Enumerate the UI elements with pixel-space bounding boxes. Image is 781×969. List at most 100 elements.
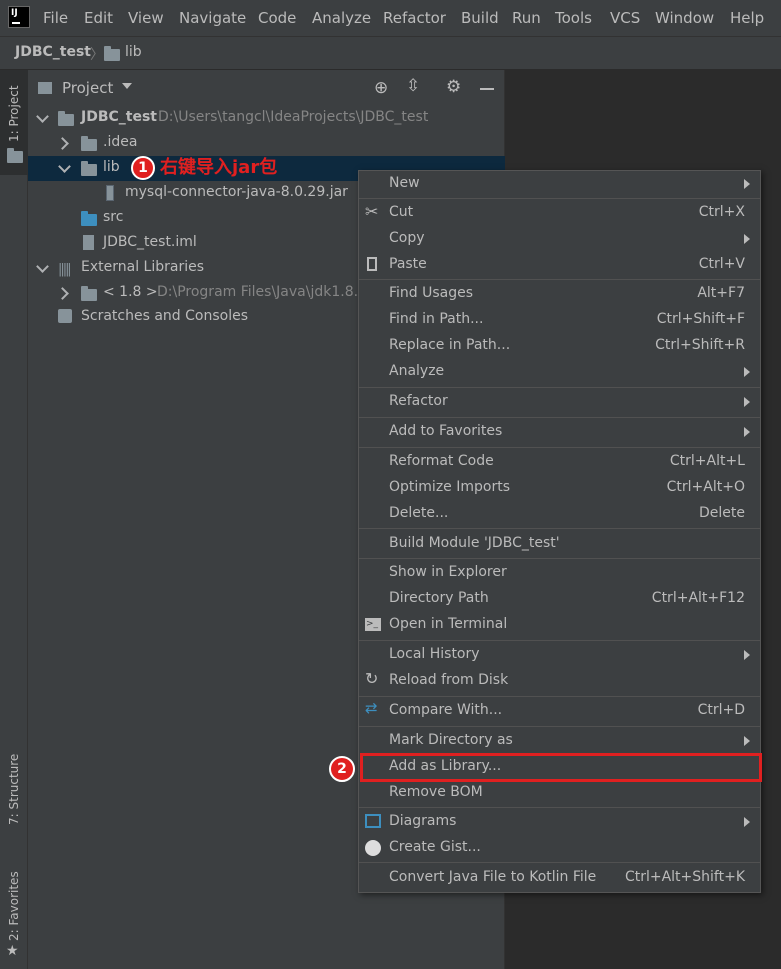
tree-label-src: src — [103, 209, 124, 225]
submenu-arrow-icon — [744, 817, 750, 827]
tree-label-external-libraries: External Libraries — [81, 259, 204, 275]
library-icon: |||‖ — [58, 262, 72, 277]
menu-item-cut[interactable]: ✂ Cut Ctrl+X — [359, 200, 760, 226]
menu-item-open-in-terminal[interactable]: >_ Open in Terminal — [359, 612, 760, 638]
menu-item-add-favorites[interactable]: Add to Favorites — [359, 419, 760, 445]
menu-item-directory-path[interactable]: Directory Path Ctrl+Alt+F12 — [359, 586, 760, 612]
tab-favorites[interactable]: 2: Favorites ★ — [0, 865, 28, 965]
add-as-library-highlight — [360, 753, 762, 782]
hide-icon[interactable] — [480, 88, 494, 90]
tab-structure-label: 7: Structure — [7, 753, 21, 825]
separator — [359, 558, 760, 559]
menu-window[interactable]: Window — [655, 9, 714, 27]
menu-item-new[interactable]: New — [359, 171, 760, 197]
submenu-arrow-icon — [744, 397, 750, 407]
separator — [359, 447, 760, 448]
dropdown-icon[interactable] — [122, 83, 132, 89]
menu-item-remove-bom[interactable]: Remove BOM — [359, 780, 760, 806]
separator — [359, 387, 760, 388]
menu-help[interactable]: Help — [730, 9, 764, 27]
menu-item-paste[interactable]: Paste Ctrl+V — [359, 252, 760, 278]
tree-label-root: JDBC_test — [81, 109, 157, 125]
submenu-arrow-icon — [744, 179, 750, 189]
menu-item-delete[interactable]: Delete... Delete — [359, 501, 760, 527]
menu-item-create-gist[interactable]: Create Gist... — [359, 835, 760, 861]
tab-favorites-label: 2: Favorites — [7, 871, 21, 941]
chevron-down-icon[interactable] — [58, 160, 71, 173]
menu-item-find-in-path[interactable]: Find in Path... Ctrl+Shift+F — [359, 307, 760, 333]
chevron-right-icon[interactable] — [56, 287, 69, 300]
menu-item-analyze[interactable]: Analyze — [359, 359, 760, 385]
scratches-icon — [58, 309, 72, 323]
menu-item-copy[interactable]: Copy — [359, 226, 760, 252]
step-2-badge: 2 — [329, 756, 355, 782]
menu-item-find-usages[interactable]: Find Usages Alt+F7 — [359, 281, 760, 307]
menu-build[interactable]: Build — [461, 9, 499, 27]
menu-item-show-in-explorer[interactable]: Show in Explorer — [359, 560, 760, 586]
submenu-arrow-icon — [744, 650, 750, 660]
menu-edit[interactable]: Edit — [84, 9, 113, 27]
tree-label-scratches: Scratches and Consoles — [81, 308, 248, 324]
menu-view[interactable]: View — [128, 9, 164, 27]
menu-item-refactor[interactable]: Refactor — [359, 389, 760, 415]
locate-icon[interactable]: ⊕ — [374, 78, 388, 98]
tree-label-jdk: < 1.8 > — [103, 284, 158, 300]
jdk-folder-icon — [81, 286, 97, 301]
breadcrumb-separator-icon: 〉 — [90, 47, 104, 63]
tree-root-path: D:\Users\tangcl\IdeaProjects\JDBC_test — [158, 109, 429, 125]
separator — [359, 696, 760, 697]
collapse-all-icon[interactable]: ⇳ — [406, 76, 420, 96]
menu-item-optimize-imports[interactable]: Optimize Imports Ctrl+Alt+O — [359, 475, 760, 501]
menu-run[interactable]: Run — [512, 9, 541, 27]
separator — [359, 640, 760, 641]
compare-icon: ⇄ — [365, 699, 378, 717]
jar-icon — [106, 185, 114, 201]
menu-refactor[interactable]: Refactor — [383, 9, 446, 27]
chevron-down-icon[interactable] — [36, 110, 49, 123]
gear-icon[interactable]: ⚙ — [446, 77, 461, 97]
separator — [359, 726, 760, 727]
step-1-annotation: 右键导入jar包 — [160, 157, 278, 178]
scissors-icon: ✂ — [365, 202, 379, 221]
chevron-right-icon[interactable] — [56, 137, 69, 150]
tab-project[interactable]: 1: Project — [0, 70, 28, 175]
menu-item-mark-directory[interactable]: Mark Directory as — [359, 728, 760, 754]
separator — [359, 807, 760, 808]
folder-icon — [81, 136, 97, 151]
menu-item-local-history[interactable]: Local History — [359, 642, 760, 668]
menu-item-replace-in-path[interactable]: Replace in Path... Ctrl+Shift+R — [359, 333, 760, 359]
menu-analyze[interactable]: Analyze — [312, 9, 371, 27]
menu-vcs[interactable]: VCS — [610, 9, 640, 27]
separator — [359, 417, 760, 418]
folder-icon — [7, 148, 23, 163]
menu-item-reformat[interactable]: Reformat Code Ctrl+Alt+L — [359, 449, 760, 475]
menu-file[interactable]: File — [43, 9, 68, 27]
submenu-arrow-icon — [744, 367, 750, 377]
menu-tools[interactable]: Tools — [555, 9, 592, 27]
chevron-down-icon[interactable] — [36, 260, 49, 273]
menu-item-diagrams[interactable]: Diagrams — [359, 809, 760, 835]
separator — [359, 279, 760, 280]
submenu-arrow-icon — [744, 234, 750, 244]
separator — [359, 198, 760, 199]
tree-row-root[interactable]: JDBC_test D:\Users\tangcl\IdeaProjects\J… — [28, 106, 505, 131]
file-icon — [83, 235, 94, 250]
tab-structure[interactable]: 7: Structure — [0, 745, 28, 835]
breadcrumb-project[interactable]: JDBC_test — [15, 44, 91, 60]
breadcrumb: JDBC_test 〉 lib — [0, 36, 781, 70]
menu-navigate[interactable]: Navigate — [179, 9, 246, 27]
star-icon: ★ — [6, 943, 19, 959]
menu-item-compare-with[interactable]: ⇄ Compare With... Ctrl+D — [359, 698, 760, 724]
folder-icon — [104, 46, 120, 61]
project-panel-header: Project ⊕ ⇳ ⚙ — [28, 70, 505, 105]
panel-title[interactable]: Project — [62, 79, 113, 97]
submenu-arrow-icon — [744, 736, 750, 746]
step-1-badge: 1 — [131, 156, 155, 180]
tree-jdk-path: D:\Program Files\Java\jdk1.8.0 — [157, 284, 367, 300]
menu-item-convert-to-kotlin[interactable]: Convert Java File to Kotlin File Ctrl+Al… — [359, 865, 760, 891]
folder-icon — [38, 82, 52, 94]
menu-item-reload-from-disk[interactable]: ↻ Reload from Disk — [359, 668, 760, 694]
menu-code[interactable]: Code — [258, 9, 296, 27]
menu-item-build-module[interactable]: Build Module 'JDBC_test' — [359, 531, 760, 557]
breadcrumb-folder[interactable]: lib — [125, 44, 142, 60]
